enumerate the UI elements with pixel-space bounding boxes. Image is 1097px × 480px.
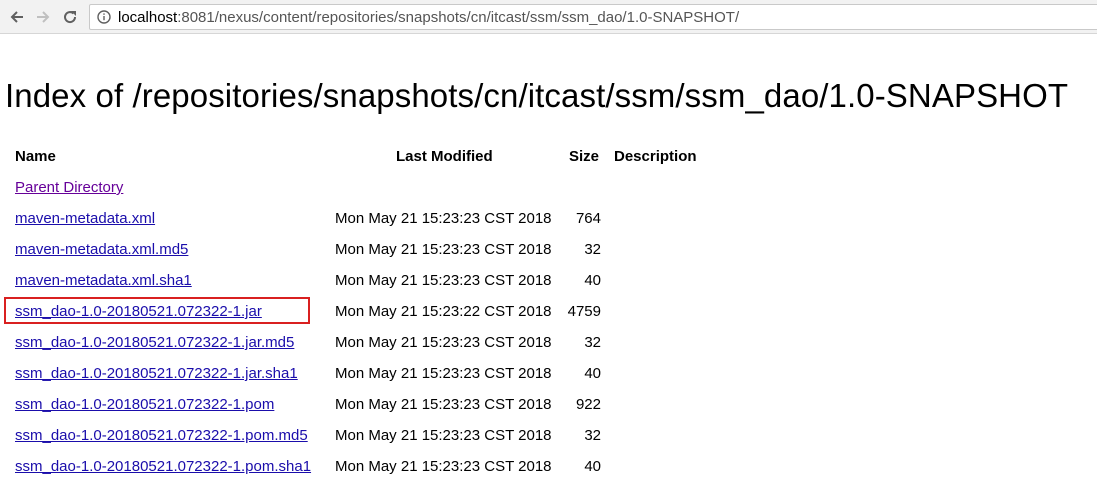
file-modified: Mon May 21 15:23:22 CST 2018 — [335, 303, 552, 320]
file-link[interactable]: maven-metadata.xml.md5 — [15, 241, 188, 258]
file-modified: Mon May 21 15:23:23 CST 2018 — [335, 396, 552, 413]
file-size: 40 — [584, 365, 601, 382]
url-text: localhost:8081/nexus/content/repositorie… — [118, 9, 739, 26]
file-size: 922 — [575, 396, 601, 413]
url-host: localhost — [118, 8, 178, 26]
column-header-description: Description — [614, 148, 697, 165]
column-header-name: Name — [15, 148, 56, 165]
file-link[interactable]: ssm_dao-1.0-20180521.072322-1.pom — [15, 396, 274, 413]
info-icon[interactable] — [96, 9, 112, 25]
file-size: 40 — [584, 458, 601, 475]
address-bar[interactable]: localhost:8081/nexus/content/repositorie… — [89, 4, 1097, 30]
reload-button[interactable] — [60, 7, 80, 27]
file-size: 764 — [575, 210, 601, 227]
browser-toolbar: localhost:8081/nexus/content/repositorie… — [0, 0, 1097, 34]
file-modified: Mon May 21 15:23:23 CST 2018 — [335, 427, 552, 444]
url-path: :8081/nexus/content/repositories/snapsho… — [177, 8, 740, 26]
file-row: ssm_dao-1.0-20180521.072322-1.pom.sha1 M… — [0, 458, 700, 480]
file-link[interactable]: ssm_dao-1.0-20180521.072322-1.jar.md5 — [15, 334, 294, 351]
reload-icon — [64, 11, 77, 24]
file-size: 40 — [584, 272, 601, 289]
file-modified: Mon May 21 15:23:23 CST 2018 — [335, 334, 552, 351]
file-modified: Mon May 21 15:23:23 CST 2018 — [335, 210, 552, 227]
file-row: maven-metadata.xml.md5 Mon May 21 15:23:… — [0, 241, 700, 263]
file-link[interactable]: maven-metadata.xml — [15, 210, 155, 227]
arrow-left-icon — [10, 11, 23, 23]
file-modified: Mon May 21 15:23:23 CST 2018 — [335, 241, 552, 258]
page-title: Index of /repositories/snapshots/cn/itca… — [5, 77, 1069, 114]
file-size: 4759 — [567, 303, 601, 320]
file-modified: Mon May 21 15:23:23 CST 2018 — [335, 458, 552, 475]
file-row: maven-metadata.xml.sha1 Mon May 21 15:23… — [0, 272, 700, 294]
file-size: 32 — [584, 334, 601, 351]
file-row: ssm_dao-1.0-20180521.072322-1.jar.md5 Mo… — [0, 334, 700, 356]
file-row: ssm_dao-1.0-20180521.072322-1.pom Mon Ma… — [0, 396, 700, 418]
back-button[interactable] — [7, 7, 27, 27]
file-link[interactable]: ssm_dao-1.0-20180521.072322-1.pom.md5 — [15, 427, 308, 444]
file-row: ssm_dao-1.0-20180521.072322-1.jar.sha1 M… — [0, 365, 700, 387]
parent-directory-row: Parent Directory — [0, 179, 700, 201]
file-modified: Mon May 21 15:23:23 CST 2018 — [335, 272, 552, 289]
file-link[interactable]: ssm_dao-1.0-20180521.072322-1.pom.sha1 — [15, 458, 311, 475]
file-link[interactable]: maven-metadata.xml.sha1 — [15, 272, 192, 289]
file-modified: Mon May 21 15:23:23 CST 2018 — [335, 365, 552, 382]
column-header-size: Size — [569, 148, 600, 165]
file-size: 32 — [584, 427, 601, 444]
file-link[interactable]: ssm_dao-1.0-20180521.072322-1.jar.sha1 — [15, 365, 298, 382]
file-row: ssm_dao-1.0-20180521.072322-1.jar Mon Ma… — [0, 303, 700, 325]
file-link[interactable]: ssm_dao-1.0-20180521.072322-1.jar — [15, 303, 262, 320]
parent-directory-link[interactable]: Parent Directory — [15, 179, 123, 196]
file-row: maven-metadata.xml Mon May 21 15:23:23 C… — [0, 210, 700, 232]
file-row: ssm_dao-1.0-20180521.072322-1.pom.md5 Mo… — [0, 427, 700, 449]
arrow-right-icon — [37, 11, 50, 23]
forward-button[interactable] — [33, 7, 53, 27]
file-size: 32 — [584, 241, 601, 258]
column-header-last-modified: Last Modified — [396, 148, 493, 165]
